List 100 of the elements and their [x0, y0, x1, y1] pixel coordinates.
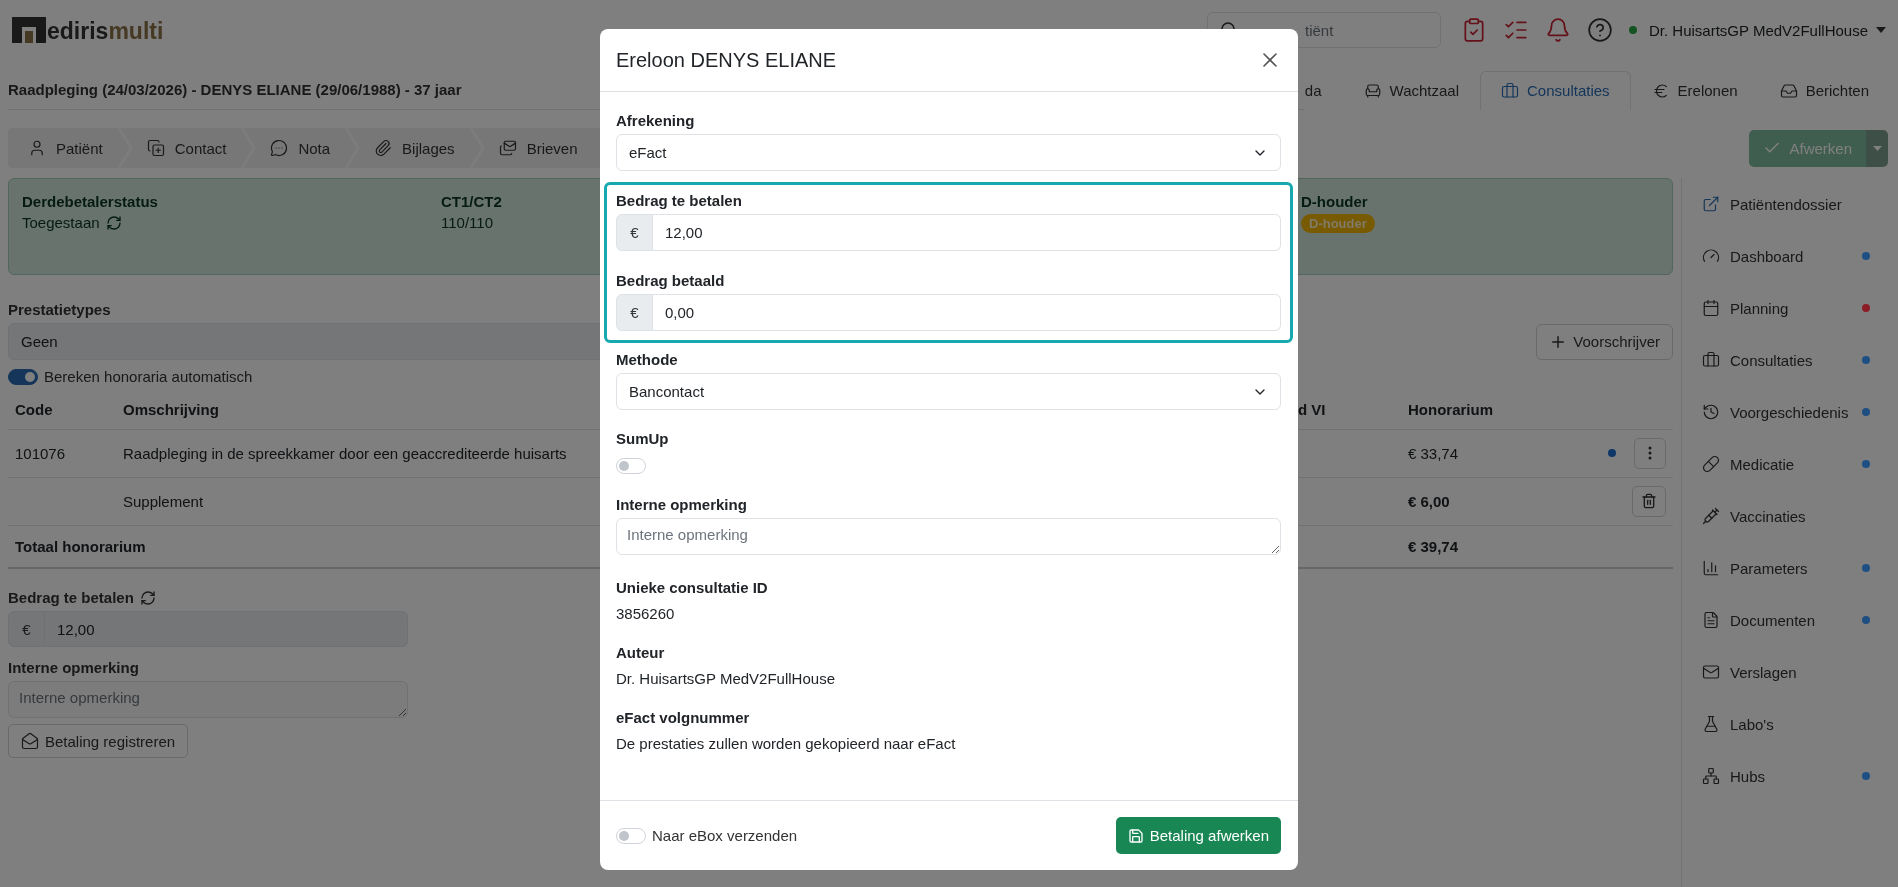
note-field[interactable]: Interne opmerking — [8, 681, 408, 718]
field-label: Methode — [616, 351, 679, 368]
field-label: Interne opmerking — [616, 496, 748, 513]
clipboard-check-icon[interactable] — [1461, 17, 1487, 43]
sidebar-link[interactable]: Patiëntendossier — [1702, 195, 1842, 213]
status-value: Toegestaan — [22, 214, 100, 231]
trash-icon — [1641, 493, 1657, 509]
pill-icon — [1702, 455, 1720, 473]
mail-icon — [1702, 663, 1720, 681]
field-label: Bedrag te betalen — [8, 589, 134, 606]
sidebar-link[interactable]: Vaccinaties — [1702, 507, 1806, 525]
flask-icon — [1702, 715, 1720, 733]
sidebar-link[interactable]: Labo's — [1702, 715, 1774, 733]
bell-icon[interactable] — [1545, 17, 1571, 43]
amount-field[interactable]: 12,00 — [653, 214, 1281, 251]
status-label: Derdebetalerstatus — [22, 193, 158, 210]
field-label: eFact volgnummer — [616, 709, 751, 726]
inbox-icon — [1779, 81, 1798, 100]
sidebar-link[interactable]: Consultaties — [1702, 351, 1813, 369]
toggle-switch[interactable] — [8, 368, 38, 385]
step-tab[interactable]: Brieven — [490, 139, 586, 157]
sidebar-link[interactable]: Planning — [1702, 299, 1789, 317]
user-menu[interactable]: Dr. HuisartsGP MedV2FullHouse — [1649, 21, 1886, 39]
status-label: CT1/CT2 — [441, 193, 502, 210]
calendar-icon — [1702, 299, 1720, 317]
toggle-label: Naar eBox verzenden — [652, 827, 798, 844]
refresh-icon[interactable] — [139, 589, 156, 606]
bar-chart-icon — [1702, 559, 1720, 577]
sidebar-link[interactable]: Hubs — [1702, 767, 1766, 785]
sidebar-link[interactable]: Verslagen — [1702, 663, 1797, 681]
step-tab[interactable]: Contact — [138, 139, 235, 157]
table-cell: 101076 — [8, 429, 116, 477]
user-icon — [28, 139, 46, 157]
copy-plus-icon — [146, 139, 165, 157]
field-label: SumUp — [616, 430, 670, 447]
field-label: Prestatietypes — [8, 301, 111, 318]
logo-text: ediris — [47, 20, 109, 43]
select-field[interactable]: Bancontact — [616, 373, 1281, 410]
status-badge: D-houder — [1301, 214, 1375, 233]
search-field[interactable]: tiënt — [1207, 12, 1441, 48]
table-cell: € 6,00 — [1401, 477, 1601, 525]
page-title: Raadpleging (24/03/2026) - DENYS ELIANE (29/06/1988) - 37 jaar — [8, 81, 462, 98]
save-icon — [1127, 827, 1144, 844]
select-field[interactable]: eFact — [616, 134, 1281, 171]
amount-field[interactable]: 12,00 — [45, 611, 408, 647]
table-cell: € 33,74 — [1401, 429, 1601, 477]
toggle-label: Bereken honoraria automatisch — [44, 368, 253, 385]
refresh-icon[interactable] — [105, 214, 122, 231]
document-icon — [1702, 611, 1720, 629]
submit-button[interactable]: Betaling afwerken — [1115, 817, 1281, 854]
more-button[interactable] — [1633, 437, 1666, 469]
field-label: Interne opmerking — [8, 659, 139, 676]
syringe-icon — [1702, 507, 1720, 525]
status-label: D-houder — [1301, 193, 1368, 210]
field-value: Dr. HuisartsGP MedV2FullHouse — [616, 670, 836, 687]
sidebar-link[interactable]: Dashboard — [1702, 247, 1804, 265]
network-icon — [1702, 767, 1720, 785]
search-icon — [1221, 22, 1235, 29]
sidebar-link[interactable]: Documenten — [1702, 611, 1816, 629]
step-tab[interactable]: Patiënt — [20, 139, 111, 157]
briefcase-icon — [1501, 81, 1520, 100]
currency-label: € — [616, 294, 653, 331]
more-icon — [1647, 446, 1652, 460]
armchair-icon — [1363, 81, 1382, 100]
table-cell: € 39,74 — [1401, 525, 1601, 568]
paperclip-icon — [374, 139, 393, 157]
currency-label: € — [616, 214, 653, 251]
gauge-icon — [1702, 247, 1720, 265]
sidebar-link[interactable]: Parameters — [1702, 559, 1808, 577]
step-tab[interactable]: Nota — [262, 139, 339, 157]
field-label: Afrekening — [616, 112, 696, 129]
field-label: Unieke consultatie ID — [616, 579, 769, 596]
field-value: 3856260 — [616, 605, 676, 622]
external-link-icon — [1702, 195, 1720, 213]
prescriber-button[interactable]: Voorschrijver — [1536, 323, 1673, 360]
field-label: Bedrag te betalen — [616, 192, 743, 209]
nav-tab[interactable]: Consultaties — [1480, 71, 1631, 110]
column-header: Honorarium — [1401, 391, 1601, 429]
logo-text: multi — [108, 20, 164, 43]
delete-button[interactable] — [1632, 485, 1666, 517]
history-icon — [1702, 403, 1720, 421]
status-value: 110/110 — [441, 214, 493, 231]
chat-bubble-icon — [270, 139, 289, 157]
sidebar-link[interactable]: Medicatie — [1702, 455, 1795, 473]
caret-icon — [1876, 27, 1886, 33]
briefcase-icon — [1702, 351, 1720, 369]
mails-icon — [498, 139, 517, 157]
register-payment-button[interactable]: Betaling registreren — [8, 724, 189, 758]
note-field[interactable]: Interne opmerking — [616, 518, 1281, 555]
help-icon[interactable] — [1587, 17, 1613, 43]
logo-icon — [12, 17, 46, 43]
sidebar-link[interactable]: Voorgeschiedenis — [1702, 403, 1849, 421]
field-value: De prestaties zullen worden gekopieerd naar eFact — [616, 735, 957, 752]
field-label: Bedrag betaald — [616, 272, 726, 289]
step-tab[interactable]: Bijlages — [366, 139, 463, 157]
modal-title: Ereloon DENYS ELIANE — [616, 48, 837, 72]
field-label: Auteur — [616, 644, 666, 661]
amount-field[interactable]: 0,00 — [653, 294, 1281, 331]
envelope-icon — [21, 732, 39, 750]
currency-label: € — [8, 611, 45, 647]
